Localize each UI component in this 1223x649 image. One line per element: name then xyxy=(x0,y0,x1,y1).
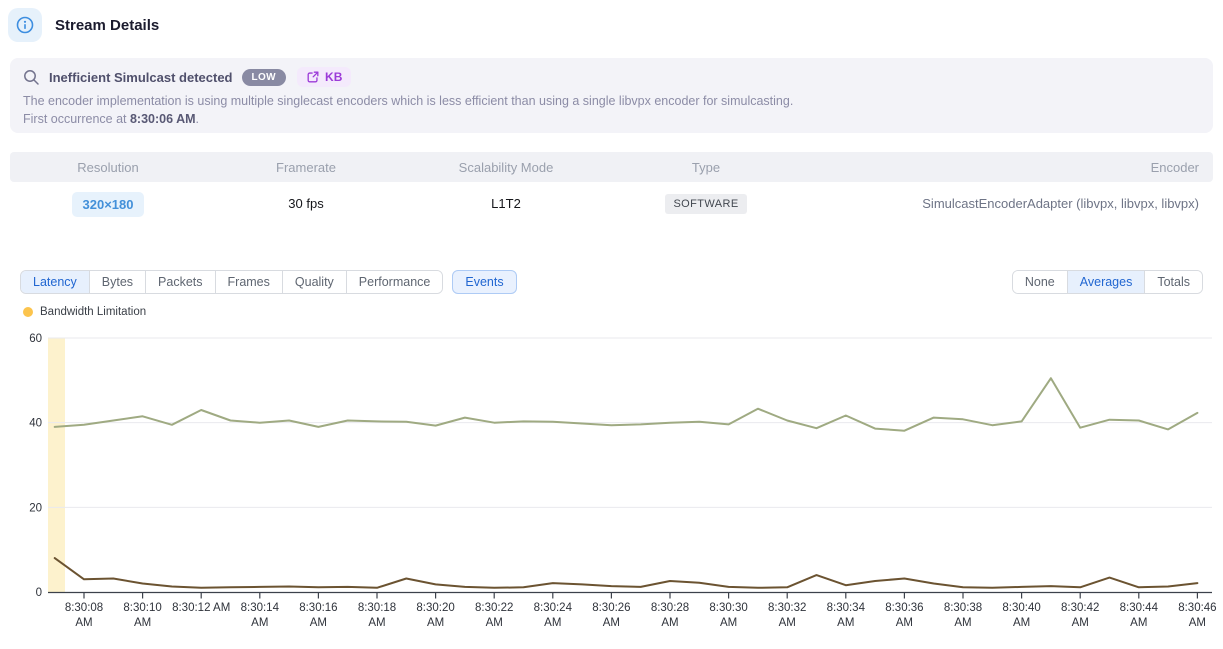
tab-bytes[interactable]: Bytes xyxy=(89,271,145,293)
bandwidth-limitation-legend-dot xyxy=(23,307,33,317)
x-tick-label: 8:30:30 xyxy=(709,602,747,614)
tab-frames[interactable]: Frames xyxy=(215,271,282,293)
first-occurrence-time: 8:30:06 AM xyxy=(130,112,196,126)
issue-description: The encoder implementation is using mult… xyxy=(23,94,1200,108)
x-tick-label: 8:30:32 xyxy=(768,602,806,614)
col-header-scalability-mode: Scalability Mode xyxy=(406,160,606,175)
stream-info-icon-box xyxy=(8,8,42,42)
x-tick-label: 8:30:38 xyxy=(944,602,982,614)
x-tick-label: 8:30:42 xyxy=(1061,602,1099,614)
bandwidth-limitation-legend-label: Bandwidth Limitation xyxy=(40,306,146,318)
x-tick-label: 8:30:12 AM xyxy=(172,602,230,614)
x-tick-label: 8:30:08 xyxy=(65,602,103,614)
x-tick-label: AM xyxy=(603,617,620,629)
x-tick-label: AM xyxy=(544,617,561,629)
encoder-value: SimulcastEncoderAdapter (libvpx, libvpx,… xyxy=(922,196,1199,211)
col-header-resolution: Resolution xyxy=(10,160,206,175)
page-title: Stream Details xyxy=(55,17,159,34)
x-tick-label: 8:30:24 xyxy=(534,602,573,614)
x-tick-label: AM xyxy=(661,617,678,629)
table-row: 320×180 30 fps L1T2 SOFTWARE SimulcastEn… xyxy=(10,182,1213,226)
severity-badge: LOW xyxy=(242,69,287,86)
tab-quality[interactable]: Quality xyxy=(282,271,346,293)
tab-packets[interactable]: Packets xyxy=(145,271,214,293)
y-tick-label-60: 60 xyxy=(29,333,42,345)
knowledge-base-link[interactable]: KB xyxy=(297,67,351,87)
x-tick-label: 8:30:18 xyxy=(358,602,396,614)
x-tick-label: 8:30:20 xyxy=(416,602,454,614)
page-header: Stream Details xyxy=(8,8,159,42)
encoder-type-badge: SOFTWARE xyxy=(665,194,746,214)
tab-performance[interactable]: Performance xyxy=(346,271,443,293)
events-toggle-button[interactable]: Events xyxy=(452,270,516,294)
x-tick-label: 8:30:22 xyxy=(475,602,513,614)
x-tick-label: 8:30:36 xyxy=(885,602,923,614)
chart-legend: Bandwidth Limitation xyxy=(23,306,146,318)
x-tick-label: AM xyxy=(1130,617,1147,629)
series-lower-line xyxy=(55,558,1198,588)
x-tick-label: AM xyxy=(720,617,737,629)
col-header-encoder: Encoder xyxy=(806,160,1213,175)
x-tick-label: AM xyxy=(1072,617,1089,629)
resolution-badge[interactable]: 320×180 xyxy=(72,192,145,217)
issue-alert: Inefficient Simulcast detected LOW KB Th… xyxy=(10,58,1213,133)
framerate-value: 30 fps xyxy=(288,196,323,211)
x-tick-label: AM xyxy=(134,617,151,629)
x-tick-label: AM xyxy=(368,617,385,629)
x-tick-label: AM xyxy=(779,617,796,629)
x-tick-label: AM xyxy=(896,617,913,629)
x-tick-label: 8:30:44 xyxy=(1120,602,1159,614)
x-tick-label: AM xyxy=(486,617,503,629)
tab-totals[interactable]: Totals xyxy=(1144,271,1202,293)
x-tick-label: 8:30:14 xyxy=(241,602,280,614)
x-tick-label: 8:30:40 xyxy=(1002,602,1040,614)
x-tick-label: AM xyxy=(1189,617,1206,629)
scalability-mode-value: L1T2 xyxy=(491,196,521,211)
first-occurrence: First occurrence at 8:30:06 AM. xyxy=(23,112,1200,126)
x-tick-label: 8:30:28 xyxy=(651,602,689,614)
x-tick-label: AM xyxy=(75,617,92,629)
col-header-framerate: Framerate xyxy=(206,160,406,175)
events-chart: 8:30:08 AM 8:30:10 AM 8:30:12 AM 8:30:14 AM 8:3… xyxy=(0,330,1223,640)
x-tick-label: AM xyxy=(954,617,971,629)
col-header-type: Type xyxy=(606,160,806,175)
y-tick-label-0: 0 xyxy=(36,587,42,599)
search-icon xyxy=(23,69,40,86)
chart-toolbar: LatencyBytesPacketsFramesQualityPerforma… xyxy=(20,270,1203,294)
x-tick-label: AM xyxy=(837,617,854,629)
x-tick-label: AM xyxy=(1013,617,1030,629)
tab-none[interactable]: None xyxy=(1013,271,1067,293)
kb-link-label: KB xyxy=(325,70,342,84)
external-link-icon xyxy=(306,70,320,84)
x-tick-label: AM xyxy=(251,617,268,629)
x-tick-label: AM xyxy=(427,617,444,629)
metric-tab-group: LatencyBytesPacketsFramesQualityPerforma… xyxy=(20,270,443,294)
x-tick-label: 8:30:16 xyxy=(299,602,337,614)
table-header-row: Resolution Framerate Scalability Mode Ty… xyxy=(10,152,1213,182)
events-chart-svg: 8:30:08 AM 8:30:10 AM 8:30:12 AM 8:30:14 AM 8:3… xyxy=(0,330,1223,638)
aggregate-tab-group: NoneAveragesTotals xyxy=(1012,270,1203,294)
tab-latency[interactable]: Latency xyxy=(21,271,89,293)
x-tick-label: 8:30:34 xyxy=(827,602,866,614)
x-tick-label: 8:30:46 xyxy=(1178,602,1216,614)
y-tick-label-20: 20 xyxy=(29,502,42,514)
y-tick-label-40: 40 xyxy=(29,418,42,430)
tab-averages[interactable]: Averages xyxy=(1067,271,1145,293)
info-icon xyxy=(14,14,36,36)
issue-title: Inefficient Simulcast detected xyxy=(49,70,233,85)
x-tick-label: AM xyxy=(310,617,327,629)
x-tick-label: 8:30:26 xyxy=(592,602,630,614)
x-tick-label: 8:30:10 xyxy=(123,602,161,614)
bandwidth-limitation-band xyxy=(48,338,65,592)
stream-info-table: Resolution Framerate Scalability Mode Ty… xyxy=(10,152,1213,226)
